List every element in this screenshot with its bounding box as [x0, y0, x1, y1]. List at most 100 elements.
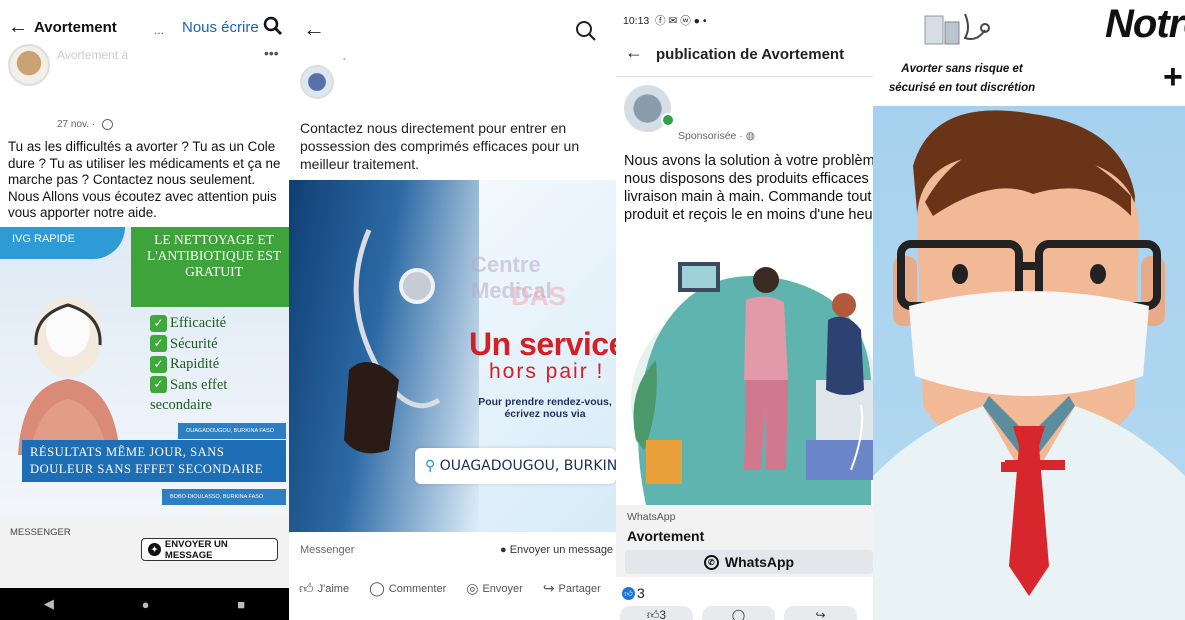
nav-back-icon[interactable]: ◀ — [44, 596, 54, 612]
benefit-item: Rapidité — [170, 356, 220, 372]
write-us-link[interactable]: Nous écrire — [182, 19, 259, 36]
status-bar: 10:13 ⓕ ✉ ⓦ ● • — [623, 13, 707, 28]
tagline: Avorter sans risque et sécurisé en tout … — [888, 63, 1036, 94]
benefit-item: secondaire — [150, 397, 212, 413]
page-name[interactable]: Avortement à — [57, 48, 128, 62]
comment-button[interactable]: ◯ Commenter — [369, 580, 446, 597]
back-arrow-icon[interactable]: ← — [8, 16, 28, 39]
back-arrow-icon[interactable]: ← — [625, 42, 643, 63]
sponsored-text: Sponsorisée · — [678, 130, 743, 142]
cta-platform-label: WhatsApp — [627, 511, 676, 523]
screenshot-panel-1: ← Avortement ... Nous écrire Avortement … — [0, 0, 289, 620]
page-title: publication de Avortement — [656, 46, 845, 63]
messenger-icon: ● — [500, 544, 507, 556]
ad-header: Avorter sans risque et sécurisé en tout … — [873, 0, 1185, 106]
post-line: Nous avons la solution à votre problème — [624, 153, 873, 169]
comment-bubble-icon: ◯ — [731, 608, 746, 620]
send-button[interactable]: ◎ Envoyer — [466, 580, 523, 597]
check-icon: ✓ — [150, 355, 167, 373]
post-line: produit et reçois le en moins d'une heur… — [624, 207, 873, 223]
divider — [616, 76, 873, 77]
whatsapp-label: WhatsApp — [724, 554, 795, 570]
search-icon[interactable] — [263, 16, 283, 36]
post-line: nous disposons des produits efficaces — [624, 171, 869, 187]
nav-recents-icon[interactable]: ■ — [237, 597, 245, 612]
whatsapp-icon: ✆ — [703, 554, 719, 570]
results-line: RÉSULTATS MÊME JOUR, SANS — [30, 445, 225, 459]
more-options-icon[interactable]: ••• — [264, 45, 279, 61]
globe-icon: ◍ — [745, 130, 755, 142]
post-text: Contactez nous directement pour entrer e… — [300, 120, 580, 172]
reaction-summary[interactable]: 👍︎ 3 — [622, 585, 645, 601]
post-actions: 👍︎3 ◯ ↪ — [620, 606, 873, 620]
faint-watermark: DAS — [511, 281, 566, 311]
whatsapp-button[interactable]: ✆ WhatsApp — [625, 550, 873, 574]
title-ellipsis: ... — [154, 23, 165, 37]
screenshot-panel-3: 10:13 ⓕ ✉ ⓦ ● • ← publication de Avortem… — [616, 0, 873, 620]
screenshot-panel-2: ← ´ Contactez nous directement pour entr… — [289, 0, 616, 620]
subheadline: hors pair ! — [489, 360, 605, 383]
system-nav-bar: ◀ ● ■ — [0, 588, 289, 620]
comment-button[interactable]: ◯ — [702, 606, 775, 620]
sponsored-label: Sponsorisée · ◍ — [678, 130, 755, 142]
results-line: DOULEUR SANS EFFET SECONDAIRE — [30, 462, 263, 476]
post-image[interactable]: IVG RAPIDE LE NETTOYAGE ET L'ANTIBIOTIQU… — [0, 227, 289, 516]
advertiser-name: Avortement — [627, 528, 705, 544]
check-icon: ✓ — [150, 314, 167, 332]
results-text: RÉSULTATS MÊME JOUR, SANS DOULEUR SANS E… — [30, 444, 286, 478]
benefits-list: ✓ Efficacité ✓ Sécurité ✓ Rapidité ✓ Sans ef… — [150, 313, 227, 416]
cta-platform-label: MESSENGER — [10, 527, 71, 538]
free-care-text: LE NETTOYAGE ET L'ANTIBIOTIQUE EST GRATU… — [146, 232, 282, 279]
send-label: Envoyer — [482, 582, 523, 595]
location-label: OUAGADOUGOU, BURKINA FASO — [439, 458, 616, 474]
doctor-avatar-icon — [873, 110, 1185, 620]
pin-icon: ⚲ — [425, 458, 436, 474]
status-icons: ⓕ ✉ ⓦ ● • — [655, 15, 707, 27]
share-arrow-icon: ↪ — [542, 580, 555, 596]
location-tag-ouagadougou: OUAGADOUGOU, BURKINA FASO — [178, 423, 286, 439]
post-text: Tu as les difficultés a avorter ? Tu as … — [8, 139, 281, 220]
reaction-count: 3 — [637, 585, 645, 601]
messenger-outline-icon: ◎ — [466, 580, 479, 596]
benefit-item: Sécurité — [170, 335, 218, 352]
post-image[interactable]: Centre Medical DAS Un service hors pair … — [289, 180, 616, 532]
post-image[interactable] — [616, 240, 873, 505]
share-button[interactable]: ↪ — [784, 606, 857, 620]
nurse-patient-illustration — [631, 262, 873, 505]
share-button[interactable]: ↪ Partager — [543, 580, 601, 597]
screenshot-panel-4: Avorter sans risque et sécurisé en tout … — [873, 0, 1185, 620]
comment-bubble-icon: ◯ — [369, 580, 385, 596]
like-button[interactable]: 👍︎ J'aime — [299, 580, 349, 597]
back-arrow-icon[interactable]: ← — [303, 16, 325, 42]
avatar[interactable] — [8, 44, 50, 86]
clinic-logo-icon — [924, 13, 990, 45]
send-message-label: ENVOYER UN MESSAGE — [164, 538, 228, 561]
cta-platform-label: Messenger — [300, 544, 355, 556]
check-icon: ✓ — [150, 376, 167, 394]
globe-icon — [102, 119, 113, 130]
check-icon: ✓ — [150, 335, 167, 353]
avatar[interactable] — [300, 65, 334, 99]
headline: Un service — [469, 326, 616, 362]
app-bar: ← Avortement ... Nous écrire — [0, 10, 289, 44]
doctor-illustration[interactable] — [873, 106, 1185, 620]
post-line: livraison main à main. Commande tout — [624, 189, 872, 205]
post-actions: 👍︎ J'aime ◯ Commenter ◎ Envoyer ↪ Partager — [299, 580, 616, 597]
post-text: Nous avons la solution à votre problème … — [624, 152, 873, 224]
benefit-item: Sans effet — [170, 376, 228, 393]
like-count: 3 — [659, 608, 667, 620]
nav-home-icon[interactable]: ● — [142, 597, 150, 612]
send-message-button[interactable]: ✦ ENVOYER UN MESSAGE — [141, 538, 278, 561]
page-title: Avortement — [34, 19, 117, 36]
like-reaction-icon: 👍︎ — [622, 586, 635, 600]
ivg-badge-text: IVG RAPIDE — [12, 233, 75, 245]
benefit-item: Efficacité — [170, 315, 227, 331]
search-icon[interactable] — [575, 20, 597, 42]
location-tag: ⚲ OUAGADOUGOU, BURKINA FASO — [415, 448, 616, 484]
agent-photo-illustration — [18, 297, 120, 455]
like-button[interactable]: 👍︎3 — [620, 606, 693, 620]
comment-label: Commenter — [388, 582, 447, 595]
stethoscope-icon — [344, 229, 441, 454]
location-tag-bobo: BOBO-DIOULASSO, BURKINA FASO — [162, 489, 286, 505]
send-message-button[interactable]: ● Envoyer un message — [500, 544, 613, 556]
